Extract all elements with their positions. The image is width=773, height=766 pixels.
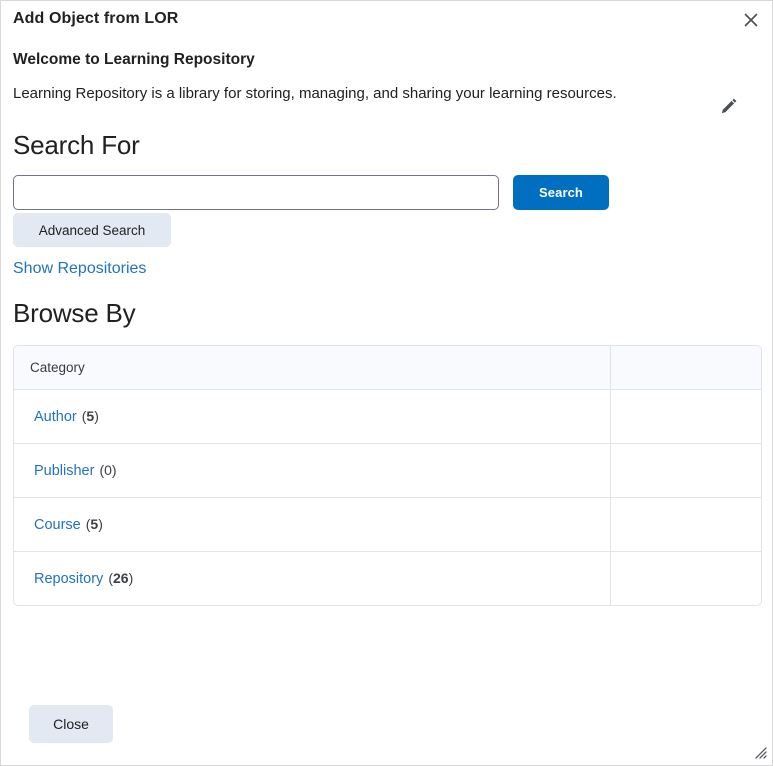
welcome-section: Welcome to Learning Repository Learning … bbox=[13, 37, 760, 113]
show-repositories-link[interactable]: Show Repositories bbox=[13, 259, 146, 278]
dialog-titlebar: Add Object from LOR bbox=[1, 1, 772, 37]
action-cell bbox=[610, 552, 761, 606]
category-link-course[interactable]: Course bbox=[34, 517, 81, 533]
close-icon bbox=[744, 13, 758, 27]
table-row: Course (5) bbox=[14, 498, 761, 553]
welcome-heading: Welcome to Learning Repository bbox=[13, 51, 255, 68]
dialog-title: Add Object from LOR bbox=[13, 10, 179, 27]
category-count-publisher: (0) bbox=[99, 462, 117, 479]
column-header-category: Category bbox=[14, 346, 610, 391]
dialog-body: Welcome to Learning Repository Learning … bbox=[1, 37, 772, 607]
category-link-author[interactable]: Author bbox=[34, 409, 77, 425]
category-cell: Course (5) bbox=[14, 498, 610, 553]
edit-welcome-button[interactable] bbox=[716, 95, 742, 121]
browse-table: Category Author (5) Publisher (0) Course… bbox=[13, 345, 762, 607]
action-cell bbox=[610, 390, 761, 445]
pencil-icon bbox=[719, 96, 739, 121]
column-header-action bbox=[610, 346, 761, 391]
category-cell: Repository (26) bbox=[14, 552, 610, 605]
category-count-course: (5) bbox=[85, 516, 103, 533]
table-row: Publisher (0) bbox=[14, 444, 761, 499]
close-icon-button[interactable] bbox=[740, 9, 762, 31]
category-cell: Publisher (0) bbox=[14, 444, 610, 499]
category-count-author: (5) bbox=[81, 408, 99, 425]
advanced-search-button[interactable]: Advanced Search bbox=[13, 213, 171, 248]
dialog-footer: Close bbox=[1, 685, 772, 765]
browse-heading: Browse By bbox=[13, 297, 136, 328]
search-row: Search bbox=[13, 175, 760, 211]
search-input[interactable] bbox=[13, 175, 499, 211]
welcome-description: Learning Repository is a library for sto… bbox=[13, 84, 617, 102]
category-link-publisher[interactable]: Publisher bbox=[34, 463, 94, 479]
table-header-row: Category bbox=[14, 346, 761, 391]
browse-table-body: Author (5) Publisher (0) Course (5) Repo… bbox=[14, 390, 761, 606]
category-cell: Author (5) bbox=[14, 390, 610, 445]
table-row: Author (5) bbox=[14, 390, 761, 445]
category-link-repository[interactable]: Repository bbox=[34, 571, 103, 587]
action-cell bbox=[610, 444, 761, 499]
lor-dialog: Add Object from LOR Welcome to Learning … bbox=[0, 0, 773, 766]
resize-grip-icon[interactable] bbox=[751, 743, 767, 759]
action-cell bbox=[610, 498, 761, 553]
close-button[interactable]: Close bbox=[29, 705, 113, 743]
table-row: Repository (26) bbox=[14, 552, 761, 606]
browse-table-head: Category bbox=[14, 346, 761, 391]
search-heading: Search For bbox=[13, 129, 140, 160]
category-count-repository: (26) bbox=[108, 570, 134, 587]
search-button[interactable]: Search bbox=[513, 175, 609, 211]
